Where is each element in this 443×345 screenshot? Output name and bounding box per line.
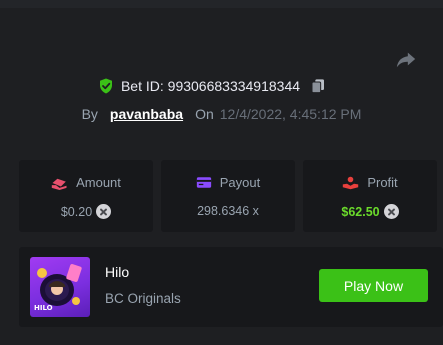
stat-payout-value: 298.6346 x xyxy=(197,204,259,218)
play-now-button[interactable]: Play Now xyxy=(319,269,428,302)
stat-amount: Amount $0.20 xyxy=(19,160,153,232)
username-link[interactable]: pavanbaba xyxy=(110,106,183,122)
verified-shield-icon xyxy=(99,78,112,94)
stat-profit-value: $62.50 xyxy=(341,204,380,219)
copy-icon[interactable] xyxy=(310,78,326,94)
game-thumbnail[interactable]: HILO xyxy=(30,257,90,317)
stat-amount-label: Amount xyxy=(76,175,121,190)
stat-profit-label: Profit xyxy=(367,175,398,190)
stat-payout-label: Payout xyxy=(219,175,261,190)
thumbnail-label: HILO xyxy=(34,304,53,312)
card-icon xyxy=(196,177,211,188)
bet-author-row: By pavanbaba On 12/4/2022, 4:45:12 PM xyxy=(0,104,443,124)
stat-payout: Payout 298.6346 x xyxy=(161,160,295,232)
bet-datetime: 12/4/2022, 4:45:12 PM xyxy=(219,106,362,122)
hand-coin-icon xyxy=(343,176,359,189)
coin-icon xyxy=(96,204,112,219)
coin-icon xyxy=(383,204,399,219)
bet-id: Bet ID: 99306683334918344 xyxy=(120,78,301,94)
top-divider xyxy=(0,0,443,8)
stat-profit: Profit $62.50 xyxy=(303,160,437,232)
by-label: By xyxy=(81,106,98,122)
money-hand-icon xyxy=(51,178,67,190)
bet-details-panel: Bet ID: 99306683334918344 By pavanbaba O… xyxy=(0,0,443,345)
on-label: On xyxy=(195,106,214,122)
game-title: Hilo xyxy=(105,264,130,280)
share-icon[interactable] xyxy=(395,48,417,70)
game-provider: BC Originals xyxy=(105,291,181,306)
game-card: HILO Hilo BC Originals Play Now xyxy=(19,247,443,327)
bet-id-row: Bet ID: 99306683334918344 xyxy=(0,76,443,96)
stat-amount-value: $0.20 xyxy=(60,204,93,219)
